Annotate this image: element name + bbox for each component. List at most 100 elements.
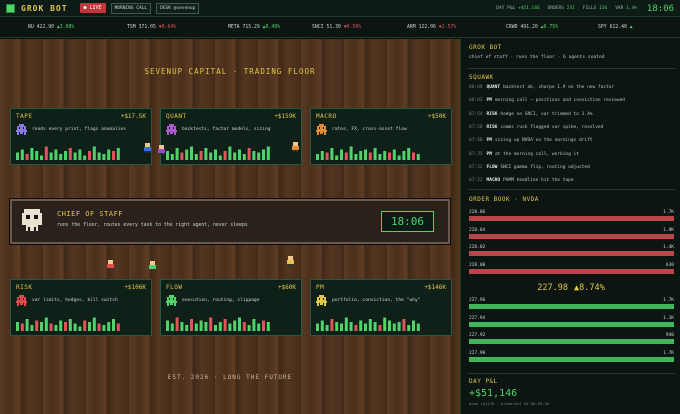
squawk-agent: RISK: [486, 124, 498, 130]
squawk-agent: QUANT: [486, 85, 501, 90]
squawk-item: 07:50 RISK comms rush flagged var spike, r…: [469, 125, 603, 130]
bid-row[interactable]: 227.90 1.7K: [469, 351, 674, 362]
desk-card-pm[interactable]: PM +$146K portfolio, conviction, the "why": [310, 279, 452, 336]
activity-bar: [238, 149, 241, 160]
squawk-title: SQUAWK: [469, 74, 494, 81]
bid-row[interactable]: 227.92 940: [469, 333, 674, 344]
desk-button[interactable]: DESK @sevenup: [156, 2, 200, 14]
depth-bar: [469, 321, 674, 327]
ticker-item[interactable]: NU 422.90 ▲3.08%: [28, 25, 74, 30]
chief-of-staff-card[interactable]: CHIEF OF STAFF runs the floor, routes ev…: [10, 199, 450, 244]
live-badge[interactable]: ● LIVE: [79, 3, 106, 13]
order-price: 227.94: [469, 315, 486, 321]
ticker-price: 422.90: [36, 25, 54, 30]
desk-name: RISK: [16, 284, 33, 291]
order-price: 227.92: [469, 333, 486, 338]
ticker-price: 491.20: [520, 25, 538, 30]
activity-bar: [107, 322, 111, 331]
desk-desc: rates, FX, cross-asset flow: [332, 127, 407, 132]
top-bar: GROK BOT ● LIVE MORNING CALL DESK @seven…: [0, 0, 680, 17]
desk-card-macro[interactable]: MACRO +$50K rates, FX, cross-asset flow: [310, 108, 452, 165]
activity-bar: [325, 325, 329, 331]
order-size: 1.7K: [663, 210, 674, 215]
activity-bar: [364, 149, 367, 160]
desk-card-quant[interactable]: QUANT +$159K backtests, factor models, siz…: [160, 108, 302, 165]
activity-bar: [35, 320, 39, 331]
activity-bar: [407, 325, 411, 331]
squawk-time: 07:54: [469, 111, 483, 117]
activity-bar: [78, 149, 82, 160]
activity-bar: [49, 152, 53, 160]
activity-bar: [68, 148, 72, 160]
activity-bar: [175, 317, 179, 331]
activity-bar: [247, 148, 251, 160]
activity-bar: [78, 326, 82, 331]
order-size: 1.9K: [663, 227, 674, 233]
activity-bar: [412, 152, 415, 160]
activity-bar: [20, 149, 24, 160]
squawk-time: 07:22: [469, 178, 483, 184]
desk-card-risk[interactable]: RISK +$106K var limits, hedges, kill switc…: [10, 279, 152, 336]
activity-bar: [392, 323, 396, 331]
ticker-item[interactable]: META 715.29 ▲0.49%: [228, 25, 280, 30]
activity-bar: [102, 154, 106, 160]
activity-bar: [88, 322, 91, 331]
squawk-agent: PM: [486, 151, 492, 157]
activity-bar: [185, 149, 189, 160]
activity-bar: [247, 325, 251, 331]
activity-bar: [412, 320, 415, 331]
activity-bar: [92, 146, 96, 160]
ask-row[interactable]: 228.00 630: [469, 263, 674, 274]
desk-card-flow[interactable]: FLOW +$60K execution, routing, slippage: [160, 279, 302, 336]
ticker-price: 612.40: [609, 25, 627, 30]
activity-bar: [16, 152, 19, 160]
activity-bar: [383, 151, 387, 160]
activity-bar: [325, 152, 329, 160]
bid-row[interactable]: 227.96 1.7K: [469, 298, 674, 309]
activity-bar: [354, 154, 358, 160]
activity-bar: [238, 317, 241, 331]
agent-sprite-icon: [316, 295, 327, 306]
activity-bar: [204, 322, 208, 331]
squawk-message: PAMM headline hit the tape: [503, 178, 574, 184]
desk-card-tape[interactable]: TAPE +$17.5K reads every print, flags anom…: [10, 108, 152, 165]
activity-bar: [335, 322, 339, 331]
squawk-time: 07:32: [469, 164, 483, 170]
activity-bar: [330, 148, 334, 160]
activity-bar: [54, 149, 58, 160]
depth-bar: [469, 268, 674, 274]
ticker-item[interactable]: TSM 371.05 ▼0.64%: [127, 25, 176, 30]
agent-sprite-icon: [316, 124, 327, 135]
pnl-title: DAY P&L: [469, 378, 498, 385]
ticker-symbol: SNCI: [312, 25, 324, 30]
squawk-agent: PM: [486, 98, 492, 104]
squawk-item: 07:32 FLOW SNCI gamma flip, routing adjust…: [469, 165, 590, 170]
ticker-item[interactable]: ARM 122.06 ▼2.57%: [407, 25, 456, 30]
ticker-item[interactable]: SPY 612.40 ▲: [598, 25, 633, 30]
squawk-item: 07:22 MACRO PAMM headline hit the tape: [469, 178, 574, 183]
activity-bar: [25, 154, 29, 160]
ask-row[interactable]: 228.02 1.4K: [469, 245, 674, 256]
ask-row[interactable]: 228.06 1.7K: [469, 210, 674, 221]
logo: GROK BOT: [6, 3, 68, 13]
desk-activity-bars: [166, 146, 270, 160]
ticker-item[interactable]: CRWD 491.20 ▲0.75%: [506, 25, 558, 30]
squawk-time: 08:08: [469, 85, 483, 90]
bid-row[interactable]: 227.94 1.1K: [469, 315, 674, 327]
ticker-item[interactable]: SNCI 51.30 ▼0.50%: [312, 25, 361, 30]
activity-bar: [233, 152, 237, 160]
activity-bar: [340, 149, 343, 160]
activity-bar: [204, 148, 208, 160]
desk-name: QUANT: [166, 113, 187, 120]
ticker-change: ▲3.08%: [56, 25, 75, 30]
ask-row[interactable]: 228.04 1.9K: [469, 227, 674, 239]
chief-title: CHIEF OF STAFF: [57, 210, 124, 218]
activity-bar: [64, 151, 67, 160]
desk-activity-bars: [16, 146, 120, 160]
squawk-time: 07:35: [469, 151, 483, 157]
chief-clock: 18:06: [381, 211, 434, 232]
desk-desc: execution, routing, slippage: [182, 298, 260, 303]
morning-call-button[interactable]: MORNING CALL: [110, 2, 152, 14]
squawk-time: 08:02: [469, 98, 483, 104]
activity-bar: [44, 317, 48, 331]
